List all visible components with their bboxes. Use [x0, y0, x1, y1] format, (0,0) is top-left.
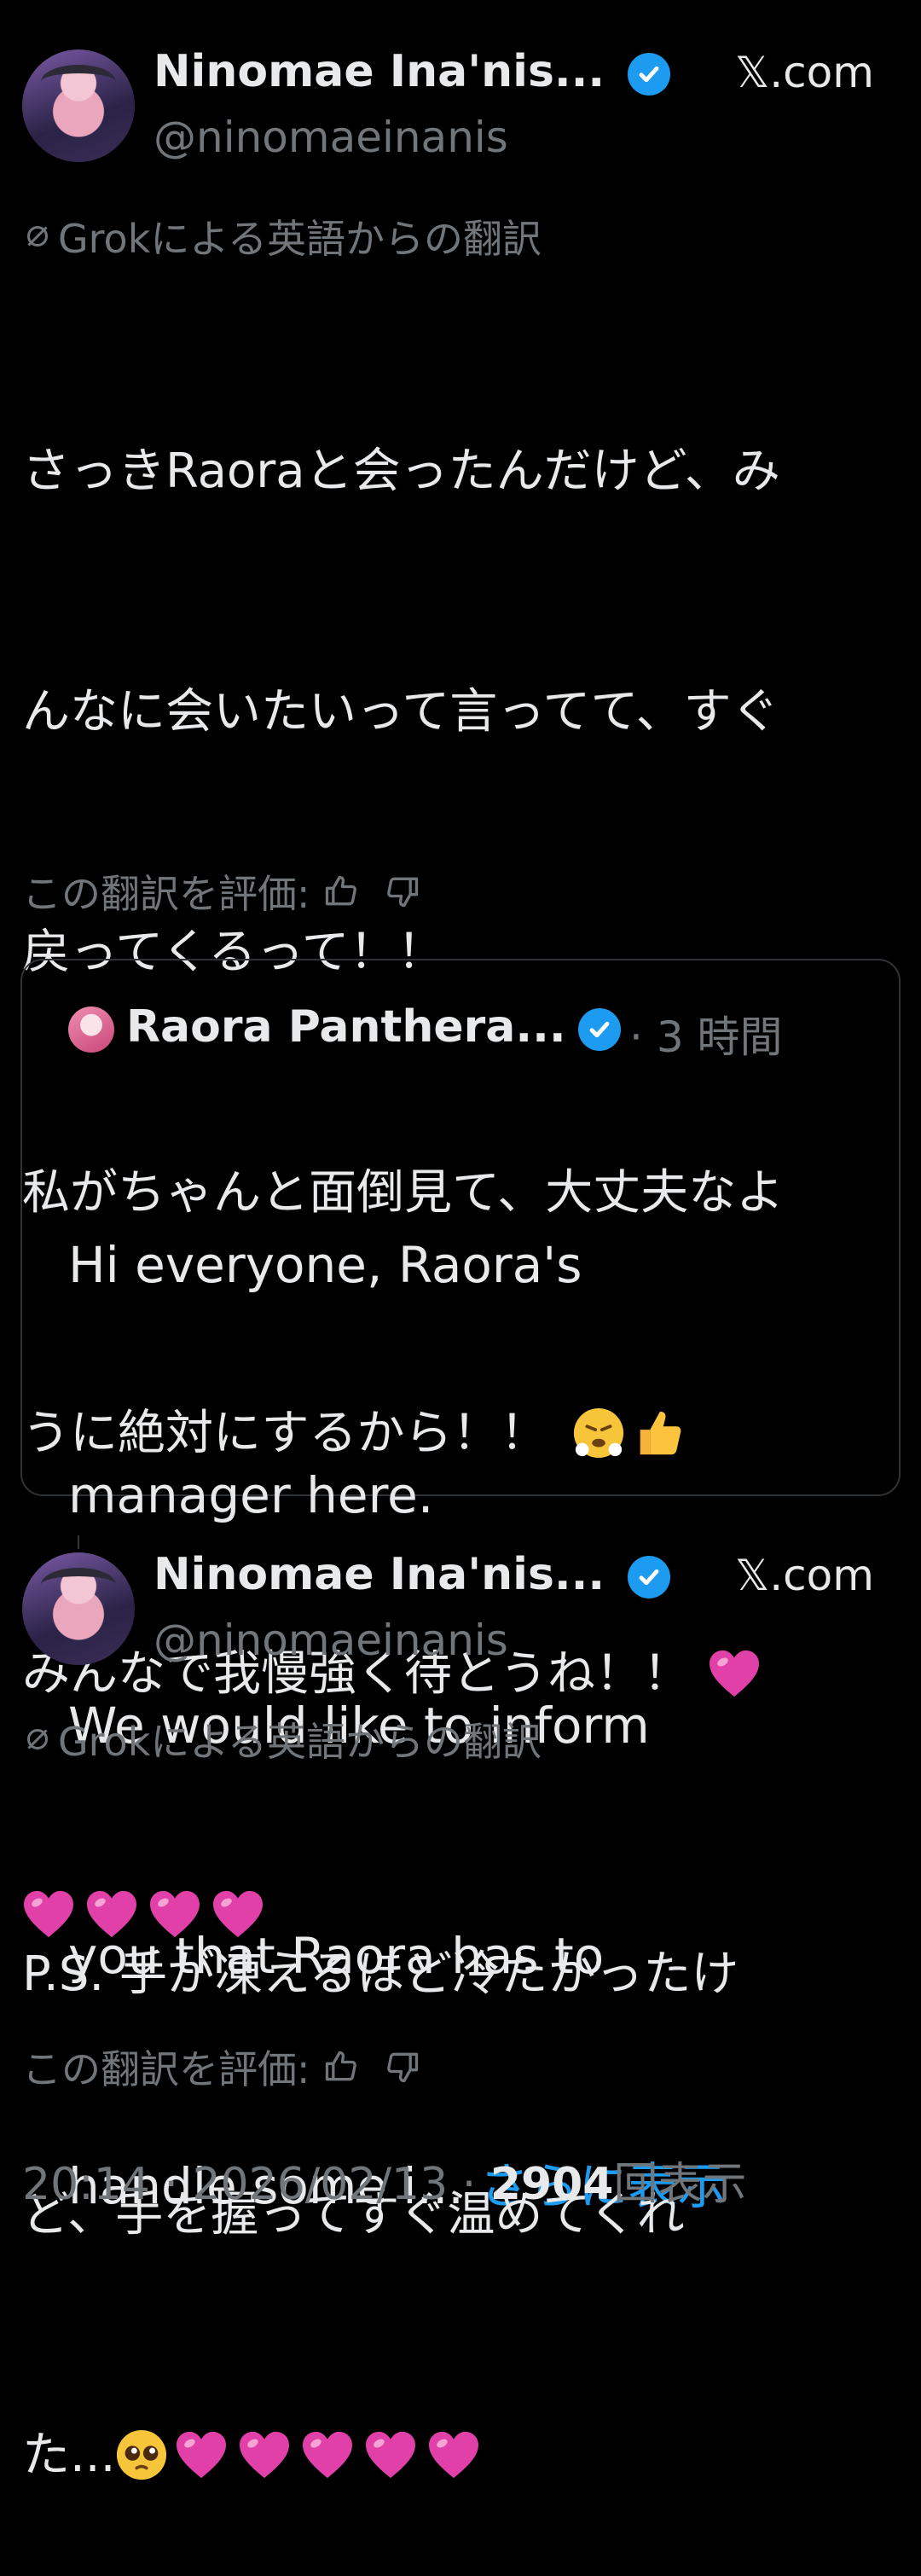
thumbs-down-icon[interactable] [384, 873, 421, 910]
quoted-avatar[interactable] [68, 1007, 114, 1053]
tweet-line: P.S. 手が凍えるほど冷たかったけ [22, 1947, 739, 2002]
rate-translation-label: この翻訳を評価: [22, 2046, 310, 2092]
tweet-line: んなに会いたいって言ってて、すぐ [22, 684, 779, 740]
view-count: 2904 [489, 2159, 614, 2210]
tweet-line: た... [22, 2416, 901, 2496]
rate-translation-label: この翻訳を評価: [22, 871, 310, 917]
source-label[interactable]: 𝕏.com [735, 1551, 874, 1600]
tweet-meta: 20:14 · 2026/02/13 · 2904回表示 [22, 2159, 747, 2210]
verified-badge-icon [578, 1008, 621, 1051]
thumbs-down-icon[interactable] [384, 2048, 421, 2086]
tweet-time[interactable]: 20:14 [22, 2159, 150, 2210]
pleading-face-icon [117, 2429, 167, 2480]
verified-badge-icon [628, 53, 670, 96]
translation-label: Grokによる英語からの翻訳 [22, 1711, 542, 1767]
translation-label-text: Grokによる英語からの翻訳 [58, 1719, 542, 1765]
quoted-author-name[interactable]: Raora Panthera... [126, 1001, 566, 1053]
quoted-tweet-card[interactable]: Raora Panthera... · 3 時間 Hi everyone, Ra… [20, 959, 901, 2215]
verified-badge-icon [628, 1556, 670, 1598]
pink-heart-icon [238, 2430, 291, 2480]
source-label[interactable]: 𝕏.com [735, 48, 874, 97]
quoted-line: manager here. [68, 1466, 434, 1524]
tweet-date[interactable]: 2026/02/13 [192, 2159, 448, 2210]
author-handle[interactable]: @ninomaeinanis [154, 1616, 508, 1665]
thread-line [78, 1535, 79, 1549]
pink-heart-icon [175, 2430, 228, 2480]
author-name[interactable]: Ninomae Ina'nis... [154, 46, 605, 97]
thumbs-up-icon[interactable] [322, 2048, 360, 2086]
avatar[interactable] [22, 1552, 135, 1665]
author-handle[interactable]: @ninomaeinanis [154, 113, 508, 162]
author-name[interactable]: Ninomae Ina'nis... [154, 1549, 605, 1600]
rate-translation: この翻訳を評価: [22, 863, 421, 920]
pink-heart-icon [427, 2430, 480, 2480]
view-count-label: 回表示 [613, 2159, 747, 2210]
rate-translation: この翻訳を評価: [22, 2039, 421, 2095]
translation-label: Grokによる英語からの翻訳 [22, 208, 542, 264]
grok-slash-icon [22, 1724, 53, 1755]
pink-heart-icon [301, 2430, 354, 2480]
tweet-line: さっきRaoraと会ったんだけど、み [22, 444, 780, 499]
pink-heart-icon [364, 2430, 417, 2480]
avatar[interactable] [22, 49, 135, 162]
quoted-time: · 3 時間 [629, 1012, 783, 1062]
grok-slash-icon [22, 221, 53, 252]
tweet-line-text: た... [22, 2428, 116, 2483]
translation-label-text: Grokによる英語からの翻訳 [58, 216, 542, 262]
thumbs-up-icon[interactable] [322, 873, 360, 910]
quoted-line: Hi everyone, Raora's [68, 1236, 582, 1294]
